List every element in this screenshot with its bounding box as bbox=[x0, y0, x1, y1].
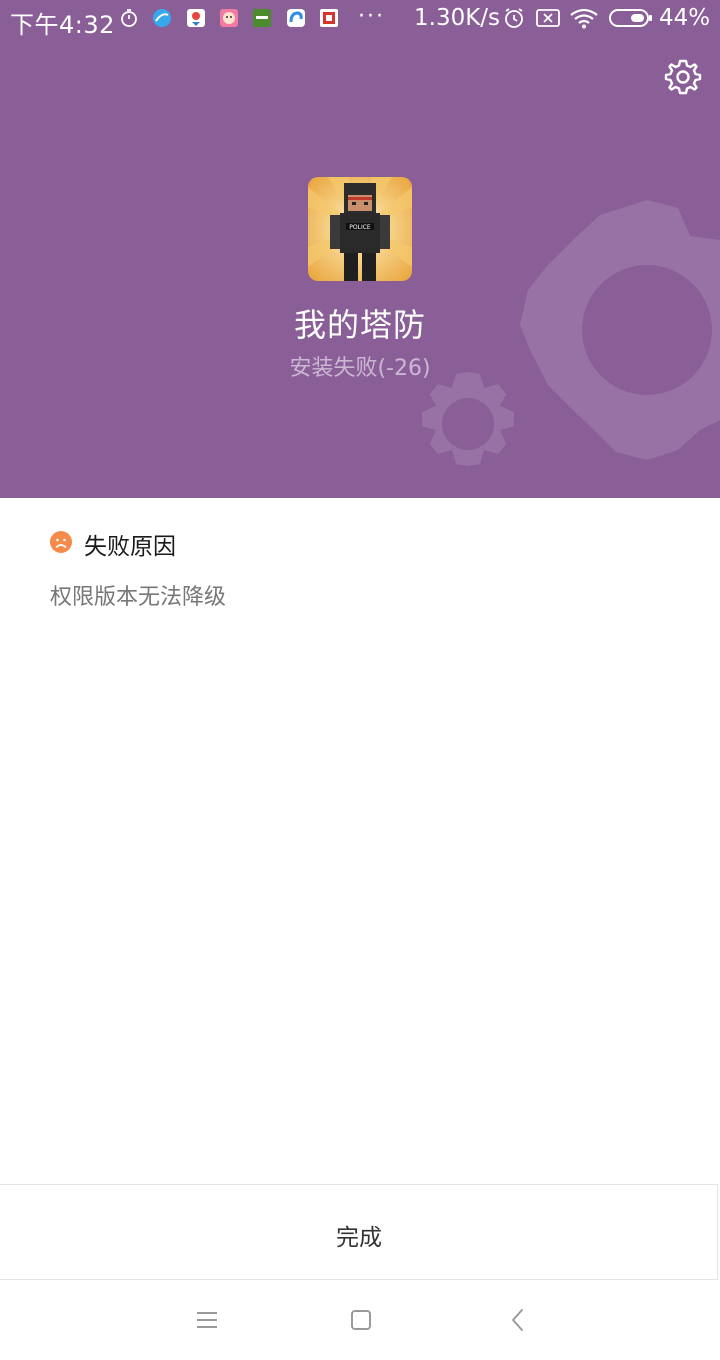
status-bar: 下午4:32 ··· 1.30K/s 44% bbox=[0, 0, 720, 40]
navigation-bar bbox=[0, 1281, 720, 1360]
red-grid-app-icon bbox=[320, 9, 338, 27]
app-name: 我的塔防 bbox=[293, 306, 426, 344]
status-time: 下午4:32 bbox=[10, 11, 115, 39]
install-status: 安装失败(-26) bbox=[289, 356, 431, 381]
battery-icon bbox=[609, 9, 652, 27]
police-character-icon: POLICE bbox=[308, 177, 412, 281]
stopwatch-icon bbox=[121, 9, 137, 27]
svg-text:POLICE: POLICE bbox=[349, 224, 371, 231]
network-speed: 1.30K/s bbox=[414, 5, 501, 31]
menu-icon[interactable] bbox=[192, 1305, 222, 1335]
iherb-app-icon bbox=[253, 9, 271, 27]
map-pin-app-icon bbox=[187, 9, 205, 27]
more-notifications: ··· bbox=[358, 4, 385, 29]
done-button-label: 完成 bbox=[336, 1225, 382, 1251]
done-button[interactable]: 完成 bbox=[0, 1184, 718, 1280]
face-app-icon bbox=[220, 9, 238, 27]
battery-percent: 44% bbox=[659, 5, 711, 31]
home-icon[interactable] bbox=[346, 1305, 376, 1335]
blue-circle-app-icon bbox=[153, 9, 171, 27]
wifi-icon bbox=[570, 8, 598, 29]
header-banner: 下午4:32 ··· 1.30K/s 44% POLICE 我的塔防 安装失败(… bbox=[0, 0, 720, 498]
settings-gear-icon[interactable] bbox=[664, 58, 702, 96]
back-icon[interactable] bbox=[503, 1305, 533, 1335]
app-icon: POLICE bbox=[308, 177, 412, 281]
blue-swirl-app-icon bbox=[287, 9, 305, 27]
failure-reason-title: 失败原因 bbox=[84, 534, 176, 560]
sad-face-icon bbox=[50, 531, 72, 553]
install-result-screen: 下午4:32 ··· 1.30K/s 44% POLICE 我的塔防 安装失败(… bbox=[0, 0, 720, 1360]
alarm-icon bbox=[505, 8, 523, 28]
no-sim-icon bbox=[536, 9, 560, 27]
failure-reason-text: 权限版本无法降级 bbox=[50, 585, 227, 610]
